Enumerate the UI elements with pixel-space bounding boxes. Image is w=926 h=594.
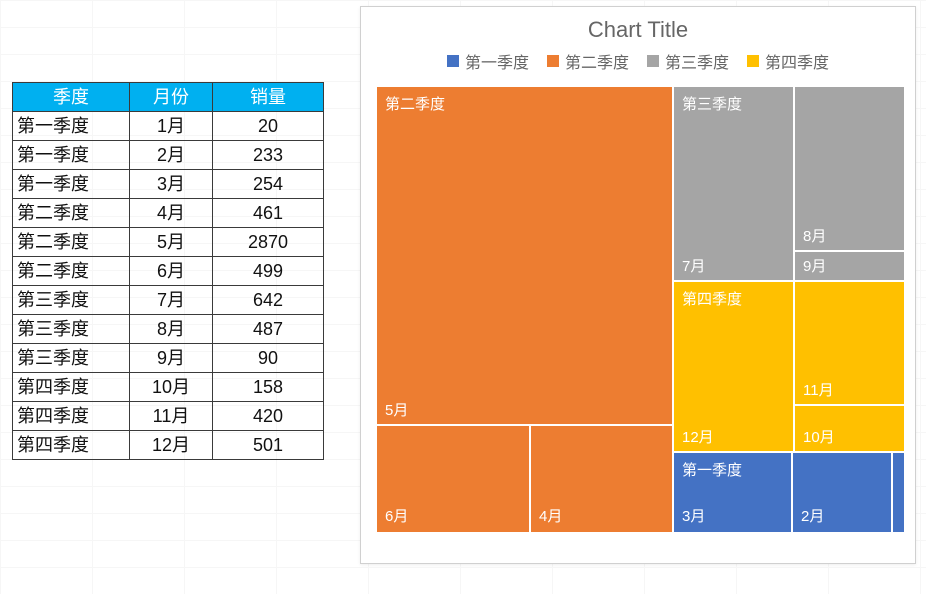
treemap-cell-q4-11[interactable]: 11月 [793, 280, 906, 408]
treemap-cell-q4-12[interactable]: 第四季度 12月 [672, 280, 797, 455]
chart-legend: 第一季度 第二季度 第三季度 第四季度 [361, 49, 915, 85]
cell-sales[interactable]: 254 [213, 170, 324, 199]
cell-month[interactable]: 7月 [130, 286, 213, 315]
legend-item-q3[interactable]: 第三季度 [647, 49, 729, 73]
cell-month[interactable]: 11月 [130, 402, 213, 431]
legend-item-q1[interactable]: 第一季度 [447, 49, 529, 73]
col-header-sales[interactable]: 销量 [213, 83, 324, 112]
col-header-month[interactable]: 月份 [130, 83, 213, 112]
legend-label: 第一季度 [465, 49, 529, 73]
cell-quarter[interactable]: 第二季度 [13, 228, 130, 257]
treemap-group-label: 第二季度 [385, 93, 445, 114]
cell-sales[interactable]: 461 [213, 199, 324, 228]
cell-quarter[interactable]: 第一季度 [13, 112, 130, 141]
cell-quarter[interactable]: 第四季度 [13, 431, 130, 460]
treemap-leaf-label: 8月 [803, 225, 826, 246]
table-row: 第三季度 9月 90 [13, 344, 324, 373]
table-row: 第二季度 6月 499 [13, 257, 324, 286]
treemap-leaf-label: 9月 [803, 255, 826, 276]
treemap-group-label: 第三季度 [682, 93, 742, 114]
table-row: 第四季度 12月 501 [13, 431, 324, 460]
cell-sales[interactable]: 90 [213, 344, 324, 373]
cell-month[interactable]: 1月 [130, 112, 213, 141]
cell-sales[interactable]: 420 [213, 402, 324, 431]
cell-quarter[interactable]: 第三季度 [13, 315, 130, 344]
cell-sales[interactable]: 642 [213, 286, 324, 315]
cell-sales[interactable]: 499 [213, 257, 324, 286]
chart-title: Chart Title [361, 7, 915, 49]
legend-label: 第二季度 [565, 49, 629, 73]
treemap-cell-q4-10[interactable]: 10月 [793, 404, 906, 455]
table-row: 第三季度 7月 642 [13, 286, 324, 315]
treemap-leaf-label: 12月 [682, 426, 714, 447]
cell-month[interactable]: 3月 [130, 170, 213, 199]
cell-month[interactable]: 4月 [130, 199, 213, 228]
treemap-cell-q1-2[interactable]: 2月 [791, 451, 895, 534]
cell-quarter[interactable]: 第三季度 [13, 286, 130, 315]
cell-month[interactable]: 10月 [130, 373, 213, 402]
cell-quarter[interactable]: 第四季度 [13, 373, 130, 402]
cell-sales[interactable]: 233 [213, 141, 324, 170]
legend-item-q2[interactable]: 第二季度 [547, 49, 629, 73]
table-row: 第二季度 5月 2870 [13, 228, 324, 257]
cell-month[interactable]: 2月 [130, 141, 213, 170]
cell-sales[interactable]: 20 [213, 112, 324, 141]
treemap-leaf-label: 2月 [801, 505, 824, 526]
cell-quarter[interactable]: 第三季度 [13, 344, 130, 373]
treemap-cell-q3-8[interactable]: 8月 [793, 85, 906, 254]
table-row: 第三季度 8月 487 [13, 315, 324, 344]
legend-swatch-icon [747, 55, 759, 67]
app-root: 季度 月份 销量 第一季度 1月 20 第一季度 2月 233 第一季度 3月 … [0, 0, 926, 594]
legend-label: 第四季度 [765, 49, 829, 73]
data-table: 季度 月份 销量 第一季度 1月 20 第一季度 2月 233 第一季度 3月 … [12, 82, 324, 460]
treemap-leaf-label: 4月 [539, 505, 562, 526]
table-header-row: 季度 月份 销量 [13, 83, 324, 112]
table-row: 第四季度 11月 420 [13, 402, 324, 431]
legend-item-q4[interactable]: 第四季度 [747, 49, 829, 73]
col-header-quarter[interactable]: 季度 [13, 83, 130, 112]
legend-swatch-icon [447, 55, 459, 67]
treemap-cell-q1-1[interactable] [891, 451, 906, 534]
legend-swatch-icon [547, 55, 559, 67]
treemap-cell-q3-9[interactable]: 9月 [793, 250, 906, 284]
cell-month[interactable]: 6月 [130, 257, 213, 286]
cell-quarter[interactable]: 第二季度 [13, 199, 130, 228]
cell-sales[interactable]: 158 [213, 373, 324, 402]
table-row: 第一季度 1月 20 [13, 112, 324, 141]
cell-quarter[interactable]: 第一季度 [13, 170, 130, 199]
table-row: 第二季度 4月 461 [13, 199, 324, 228]
treemap-cell-q3-7[interactable]: 第三季度 7月 [672, 85, 797, 284]
table-row: 第一季度 2月 233 [13, 141, 324, 170]
treemap-leaf-label: 10月 [803, 426, 835, 447]
cell-month[interactable]: 12月 [130, 431, 213, 460]
treemap-cell-q2-6[interactable]: 6月 [375, 424, 533, 534]
legend-swatch-icon [647, 55, 659, 67]
legend-label: 第三季度 [665, 49, 729, 73]
cell-sales[interactable]: 487 [213, 315, 324, 344]
table-row: 第四季度 10月 158 [13, 373, 324, 402]
chart-plot-area: 第二季度 5月 6月 4月 第三季度 7月 8月 9月 第四季度 [375, 85, 902, 530]
cell-quarter[interactable]: 第四季度 [13, 402, 130, 431]
treemap-cell-q2-4[interactable]: 4月 [529, 424, 676, 534]
treemap-leaf-label: 7月 [682, 255, 705, 276]
cell-month[interactable]: 8月 [130, 315, 213, 344]
table-row: 第一季度 3月 254 [13, 170, 324, 199]
treemap-cell-q2-5[interactable]: 第二季度 5月 [375, 85, 676, 428]
chart-card[interactable]: Chart Title 第一季度 第二季度 第三季度 第四季度 第二季度 [360, 6, 916, 564]
cell-quarter[interactable]: 第二季度 [13, 257, 130, 286]
treemap-group-label: 第四季度 [682, 288, 742, 309]
treemap-leaf-label: 6月 [385, 505, 408, 526]
treemap-group-label: 第一季度 [682, 459, 742, 480]
treemap-cell-q1-3[interactable]: 第一季度 3月 [672, 451, 795, 534]
cell-quarter[interactable]: 第一季度 [13, 141, 130, 170]
treemap-leaf-label: 11月 [803, 379, 834, 400]
treemap-leaf-label: 3月 [682, 505, 705, 526]
cell-month[interactable]: 9月 [130, 344, 213, 373]
cell-month[interactable]: 5月 [130, 228, 213, 257]
cell-sales[interactable]: 2870 [213, 228, 324, 257]
treemap-leaf-label: 5月 [385, 399, 408, 420]
cell-sales[interactable]: 501 [213, 431, 324, 460]
